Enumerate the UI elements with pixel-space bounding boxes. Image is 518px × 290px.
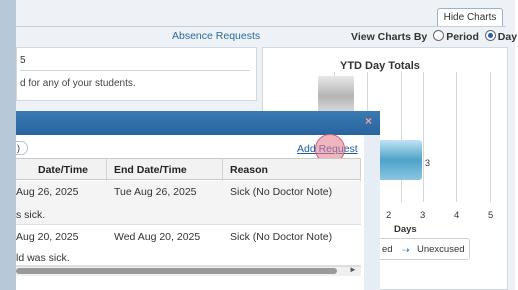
chart-gridline	[490, 72, 491, 202]
info-count: 5	[20, 55, 26, 66]
column-header-start[interactable]: Date/Time	[38, 164, 88, 176]
row-note: ld was sick.	[16, 252, 70, 264]
unexcused-legend-icon: ⇢	[402, 245, 410, 255]
header-divider	[16, 26, 506, 27]
chart-bar-label: 3	[425, 158, 431, 168]
row-end-date: Tue Aug 26, 2025	[114, 186, 197, 198]
hide-charts-button[interactable]: Hide Charts	[437, 8, 503, 26]
x-tick-label: 4	[454, 210, 460, 221]
chart-gridline	[423, 72, 424, 202]
chart-bar-unexcused	[378, 140, 422, 180]
chart-gridline	[456, 72, 457, 202]
row-reason: Sick (No Doctor Note)	[230, 231, 333, 243]
info-panel	[16, 47, 257, 101]
chart-bar-excused	[318, 76, 354, 116]
info-divider	[20, 70, 250, 71]
view-charts-label: View Charts By	[351, 31, 428, 43]
chart-title: YTD Day Totals	[340, 60, 420, 72]
scrollbar-thumb[interactable]	[16, 268, 337, 274]
day-label[interactable]: Day	[498, 31, 517, 43]
column-header-reason[interactable]: Reason	[230, 164, 268, 176]
row-start-date: Aug 26, 2025	[16, 186, 79, 198]
day-radio[interactable]	[484, 30, 496, 41]
dialog-titlebar[interactable]	[16, 111, 380, 135]
x-tick-label: 5	[488, 210, 494, 221]
close-icon[interactable]: ×	[365, 115, 375, 127]
dialog-side-scrollbar[interactable]	[364, 135, 380, 290]
period-label[interactable]: Period	[446, 31, 479, 43]
chart-gridline	[401, 72, 402, 202]
column-header-end[interactable]: End Date/Time	[114, 164, 187, 176]
view-charts-by: View Charts By Period Day	[351, 30, 517, 43]
period-radio[interactable]	[433, 30, 445, 41]
row-start-date: Aug 20, 2025	[16, 231, 79, 243]
row-end-date: Wed Aug 20, 2025	[114, 231, 201, 243]
legend-label-excused: ed	[382, 244, 393, 255]
info-message: d for any of your students.	[20, 78, 136, 89]
row-note: s sick.	[16, 209, 46, 221]
x-axis-title: Days	[394, 224, 417, 235]
scroll-right-arrow-icon[interactable]: ►	[349, 265, 357, 274]
absence-requests-link[interactable]: Absence Requests	[172, 30, 260, 42]
legend-label-unexcused: Unexcused	[417, 244, 465, 255]
left-edge	[0, 0, 16, 290]
x-tick-label: 3	[420, 210, 426, 221]
x-tick-label: 2	[386, 210, 392, 221]
row-reason: Sick (No Doctor Note)	[230, 186, 333, 198]
